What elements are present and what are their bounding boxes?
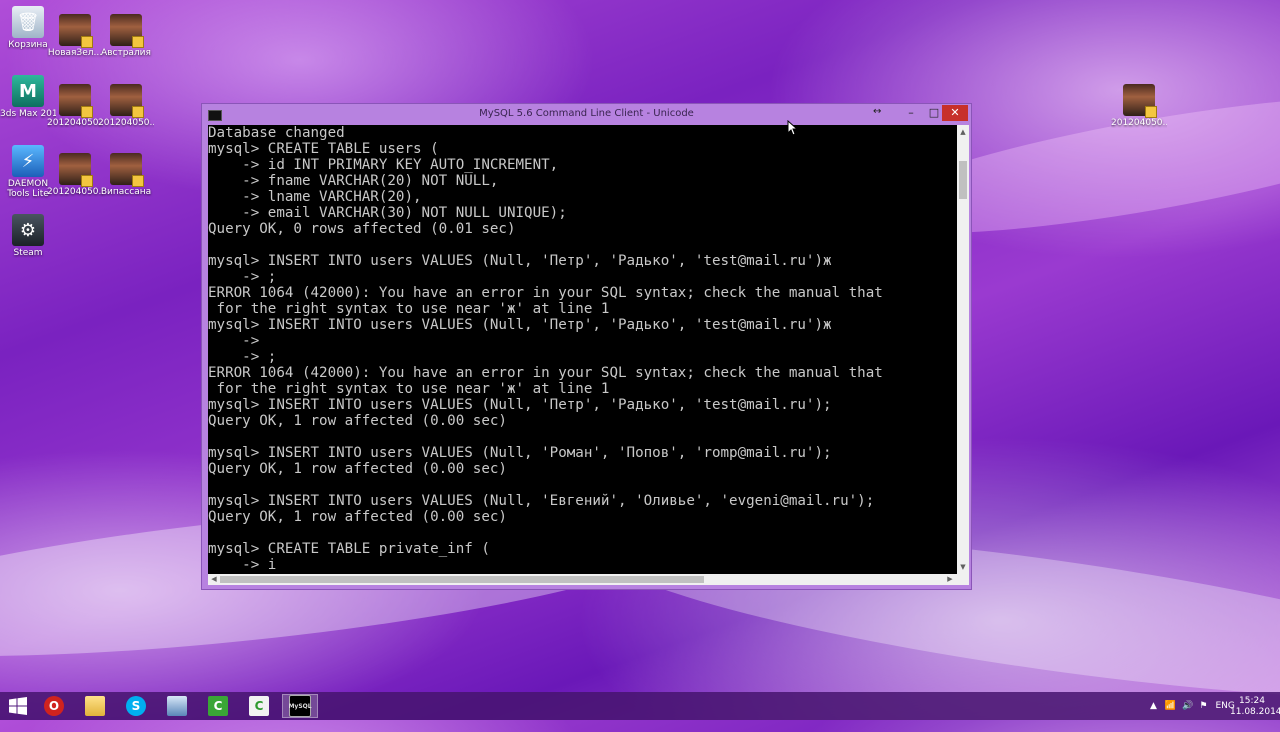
skype-icon: S — [126, 696, 146, 716]
mysql-console-icon: MySQL — [288, 695, 312, 717]
window-titlebar[interactable]: MySQL 5.6 Command Line Client - Unicode … — [202, 104, 971, 125]
video-file-icon — [110, 153, 144, 187]
vertical-scrollbar[interactable]: ▲ ▼ — [957, 125, 969, 574]
video-file-icon — [1123, 84, 1157, 118]
taskbar-mysql-console[interactable]: MySQL — [282, 694, 318, 718]
desktop-icon-label: НоваяЗел... — [47, 48, 103, 58]
video-file-icon — [59, 14, 93, 48]
video-file-icon — [59, 153, 93, 187]
desktop-icon-label: 201204050... — [47, 118, 103, 128]
console-output[interactable]: Database changed mysql> CREATE TABLE use… — [208, 125, 957, 574]
desktop-icon-label: 201204050... — [47, 187, 103, 197]
camtasia-recorder-icon: C — [208, 696, 228, 716]
scroll-up-arrow-icon[interactable]: ▲ — [959, 127, 967, 137]
desktop-icon-label: Випассана — [100, 187, 152, 197]
horizontal-scroll-thumb[interactable] — [220, 576, 704, 583]
minimize-button[interactable]: – — [899, 105, 923, 121]
clock-date: 11.08.2014 — [1230, 707, 1280, 717]
taskbar-camtasia-recorder[interactable]: C — [200, 694, 236, 718]
show-hidden-icons-icon[interactable]: ▲ — [1150, 701, 1157, 711]
action-center-icon[interactable]: ⚑ — [1199, 701, 1207, 711]
taskbar-scanner[interactable] — [159, 694, 195, 718]
scanner-icon — [167, 696, 187, 716]
scrollbar-corner — [957, 574, 969, 585]
close-button[interactable]: ✕ — [942, 105, 968, 121]
taskbar-camtasia-studio[interactable]: C — [241, 694, 277, 718]
taskbar-skype[interactable]: S — [118, 694, 154, 718]
recycle-bin-icon: 🗑 — [12, 6, 44, 38]
desktop-icon-video[interactable]: 201204050... — [98, 84, 154, 128]
folder-icon — [85, 696, 105, 716]
network-icon[interactable]: 📶 — [1165, 701, 1176, 711]
desktop-icon-steam[interactable]: ⚙ Steam — [0, 214, 56, 258]
desktop-icon-label: 201204050... — [1111, 118, 1167, 128]
taskbar-opera[interactable]: O — [36, 694, 72, 718]
scroll-right-arrow-icon[interactable]: ▶ — [946, 574, 954, 584]
opera-icon: O — [44, 696, 64, 716]
taskbar-explorer[interactable] — [77, 694, 113, 718]
notification-tray: ▲ 📶 🔊 ⚑ ENG — [1150, 692, 1235, 720]
taskbar: O S C C MySQL ▲ 📶 🔊 ⚑ ENG 15:24 11.08.20… — [0, 692, 1280, 720]
video-file-icon — [59, 84, 93, 118]
start-button[interactable] — [0, 694, 36, 718]
camtasia-studio-icon: C — [249, 696, 269, 716]
taskbar-clock[interactable]: 15:24 11.08.2014 — [1230, 696, 1280, 718]
daemon-tools-icon: ⚡ — [12, 145, 44, 177]
desktop-icon-label: 201204050... — [98, 118, 154, 128]
volume-icon[interactable]: 🔊 — [1182, 701, 1193, 711]
desktop-icon-video[interactable]: Випассана — [98, 153, 154, 197]
desktop-icon-video[interactable]: 201204050... — [47, 153, 103, 197]
desktop-icon-video[interactable]: НоваяЗел... — [47, 14, 103, 58]
vertical-scroll-thumb[interactable] — [959, 161, 967, 199]
resize-arrows-icon: ↔ — [873, 106, 882, 117]
desktop-icon-video[interactable]: 201204050... — [1111, 84, 1167, 128]
video-file-icon — [110, 14, 144, 48]
clock-time: 15:24 — [1239, 696, 1265, 706]
window-title: MySQL 5.6 Command Line Client - Unicode — [479, 108, 694, 119]
desktop-icon-label: Австралия — [101, 48, 151, 58]
mouse-pointer-icon — [787, 120, 799, 136]
steam-icon: ⚙ — [12, 214, 44, 246]
horizontal-scrollbar[interactable]: ◀ ▶ — [208, 574, 957, 585]
desktop-icon-video[interactable]: 201204050... — [47, 84, 103, 128]
scroll-down-arrow-icon[interactable]: ▼ — [959, 562, 967, 572]
desktop-icon-label: Steam — [13, 248, 43, 258]
console-text: Database changed mysql> CREATE TABLE use… — [208, 125, 883, 573]
mysql-console-window[interactable]: MySQL 5.6 Command Line Client - Unicode … — [201, 103, 972, 590]
desktop-icon-video[interactable]: Австралия — [98, 14, 154, 58]
video-file-icon — [110, 84, 144, 118]
windows-start-icon — [9, 697, 27, 715]
scroll-left-arrow-icon[interactable]: ◀ — [210, 574, 218, 584]
3ds-max-icon: M — [12, 75, 44, 107]
